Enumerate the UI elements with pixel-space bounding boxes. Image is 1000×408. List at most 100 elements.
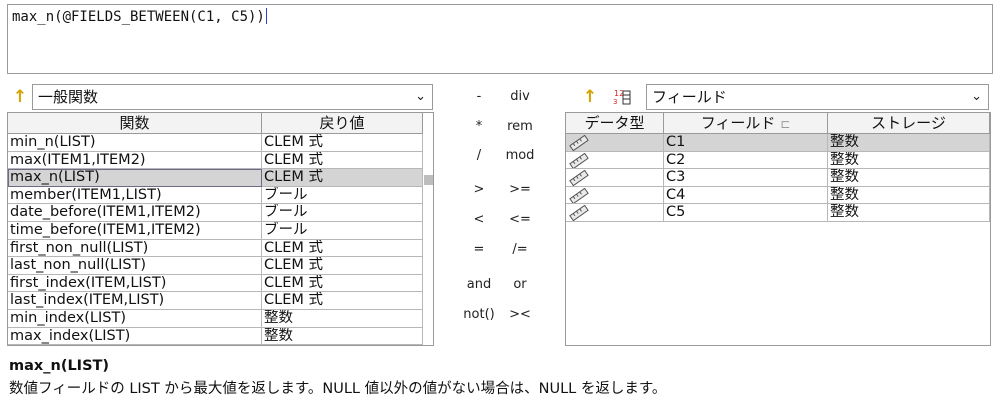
operator-button[interactable]: or: [503, 274, 537, 296]
return-type-cell: CLEM 式: [262, 169, 423, 187]
functions-list: min_n(LIST) CLEM 式 max(ITEM1,ITEM2) CLEM 式m…: [8, 134, 423, 346]
field-select-value: フィールド: [652, 88, 727, 106]
functions-table[interactable]: 関数 戻り値 min_n(LIST) CLEM 式 max(ITEM1,ITEM2)…: [7, 112, 434, 346]
description-body: 数値フィールドの LIST から最大値を返します。NULL 値以外の値がない場合…: [9, 381, 667, 397]
operator-button[interactable]: <=: [503, 209, 537, 231]
svg-text:3: 3: [613, 98, 617, 106]
column-header-field-label: フィールド: [700, 114, 776, 132]
up-arrow-icon[interactable]: ↑: [580, 85, 600, 109]
table-row[interactable]: max(ITEM1,ITEM2) CLEM 式: [8, 151, 423, 170]
scrollbar-thumb[interactable]: [424, 175, 433, 185]
table-row[interactable]: min_n(LIST) CLEM 式: [8, 134, 423, 152]
operator-button[interactable]: <: [462, 209, 496, 231]
text-caret: [265, 8, 267, 24]
return-type-cell: CLEM 式: [262, 257, 423, 275]
operator-button[interactable]: and: [462, 274, 496, 296]
return-type-cell: CLEM 式: [262, 292, 423, 310]
return-type-cell: 整数: [262, 327, 423, 345]
fields-table[interactable]: データ型 フィールド ⊏ ストレージ C1 整数 C2 整数 C3 整数 C4 整数 C5 整数: [565, 112, 991, 346]
operator-button[interactable]: mod: [503, 145, 537, 167]
expression-text: max_n(@FIELDS_BETWEEN(C1, C5)): [12, 9, 265, 25]
field-name-cell: C2: [664, 151, 828, 170]
function-name-cell: first_non_null(LIST): [8, 239, 262, 258]
operator-button[interactable]: /: [462, 145, 496, 167]
function-name-cell: first_index(ITEM,LIST): [8, 274, 262, 293]
return-type-cell: ブール: [262, 186, 423, 205]
table-row[interactable]: member(ITEM1,LIST) ブール: [8, 186, 423, 205]
return-type-cell: 整数: [262, 345, 423, 346]
operator-button[interactable]: >=: [503, 179, 537, 201]
column-header-storage[interactable]: ストレージ: [828, 113, 990, 134]
storage-cell: 整数: [828, 169, 990, 187]
table-row[interactable]: 整数: [8, 345, 423, 346]
sort-indicator-icon: ⊏: [780, 117, 791, 131]
operator-button[interactable]: ><: [503, 304, 537, 326]
function-name-cell: last_index(ITEM,LIST): [8, 292, 262, 310]
description-title: max_n(LIST): [9, 358, 110, 374]
return-type-cell: CLEM 式: [262, 151, 423, 170]
continuous-ruler-icon: [566, 169, 664, 187]
operator-button[interactable]: >: [462, 179, 496, 201]
column-header-field[interactable]: フィールド ⊏: [664, 113, 828, 134]
storage-cell: 整数: [828, 204, 990, 222]
return-type-cell: CLEM 式: [262, 274, 423, 293]
return-type-cell: CLEM 式: [262, 134, 423, 152]
field-select[interactable]: フィールド ⌄: [646, 84, 989, 110]
return-type-cell: ブール: [262, 204, 423, 222]
continuous-ruler-icon: [566, 134, 664, 152]
chevron-down-icon: ⌄: [971, 89, 982, 104]
table-row[interactable]: C1 整数: [566, 134, 990, 152]
operator-button[interactable]: =: [462, 239, 496, 261]
field-format-icon[interactable]: 12 3: [612, 87, 636, 109]
table-row[interactable]: last_index(ITEM,LIST) CLEM 式: [8, 292, 423, 310]
function-name-cell: max_index(LIST): [8, 327, 262, 345]
operator-button[interactable]: -: [462, 86, 496, 108]
field-name-cell: C1: [664, 134, 828, 152]
table-row[interactable]: C2 整数: [566, 151, 990, 170]
function-name-cell: max(ITEM1,ITEM2): [8, 151, 262, 170]
column-header-return[interactable]: 戻り値: [262, 113, 423, 134]
function-category-value: 一般関数: [38, 88, 99, 106]
up-arrow-icon[interactable]: ↑: [10, 85, 30, 109]
table-row[interactable]: date_before(ITEM1,ITEM2) ブール: [8, 204, 423, 222]
column-header-function[interactable]: 関数: [8, 113, 262, 134]
function-name-cell: max_n(LIST): [8, 169, 262, 187]
table-row[interactable]: time_before(ITEM1,ITEM2) ブール: [8, 222, 423, 240]
function-category-select[interactable]: 一般関数 ⌄: [32, 84, 433, 110]
operator-button[interactable]: div: [503, 86, 537, 108]
expression-editor[interactable]: max_n(@FIELDS_BETWEEN(C1, C5)): [7, 4, 993, 74]
table-row[interactable]: C4 整数: [566, 186, 990, 205]
table-row[interactable]: first_non_null(LIST) CLEM 式: [8, 239, 423, 258]
table-row[interactable]: min_index(LIST) 整数: [8, 310, 423, 328]
function-name-cell: date_before(ITEM1,ITEM2): [8, 204, 262, 222]
field-name-cell: C4: [664, 186, 828, 205]
operator-button[interactable]: /=: [503, 239, 537, 261]
function-name-cell: min_index(LIST): [8, 310, 262, 328]
operator-pad: - div * rem / mod > >= < <= = /= and or not() ><: [462, 86, 542, 336]
table-row[interactable]: first_index(ITEM,LIST) CLEM 式: [8, 274, 423, 293]
function-name-cell: [8, 345, 262, 346]
function-name-cell: last_non_null(LIST): [8, 257, 262, 275]
return-type-cell: 整数: [262, 310, 423, 328]
function-name-cell: member(ITEM1,LIST): [8, 186, 262, 205]
table-row[interactable]: last_non_null(LIST) CLEM 式: [8, 257, 423, 275]
field-name-cell: C3: [664, 169, 828, 187]
table-row[interactable]: max_n(LIST) CLEM 式: [8, 169, 423, 187]
column-header-type[interactable]: データ型: [566, 113, 664, 134]
storage-cell: 整数: [828, 134, 990, 152]
functions-scrollbar[interactable]: [423, 113, 433, 345]
table-row[interactable]: C5 整数: [566, 204, 990, 222]
field-name-cell: C5: [664, 204, 828, 222]
return-type-cell: CLEM 式: [262, 239, 423, 258]
chevron-down-icon: ⌄: [415, 89, 426, 104]
function-name-cell: min_n(LIST): [8, 134, 262, 152]
operator-button[interactable]: *: [462, 116, 496, 138]
table-row[interactable]: C3 整数: [566, 169, 990, 187]
operator-button[interactable]: rem: [503, 116, 537, 138]
continuous-ruler-icon: [566, 151, 664, 170]
operator-button[interactable]: not(): [462, 304, 496, 326]
storage-cell: 整数: [828, 151, 990, 170]
table-row[interactable]: max_index(LIST) 整数: [8, 327, 423, 345]
fields-list: C1 整数 C2 整数 C3 整数 C4 整数 C5 整数: [566, 134, 990, 345]
continuous-ruler-icon: [566, 204, 664, 222]
